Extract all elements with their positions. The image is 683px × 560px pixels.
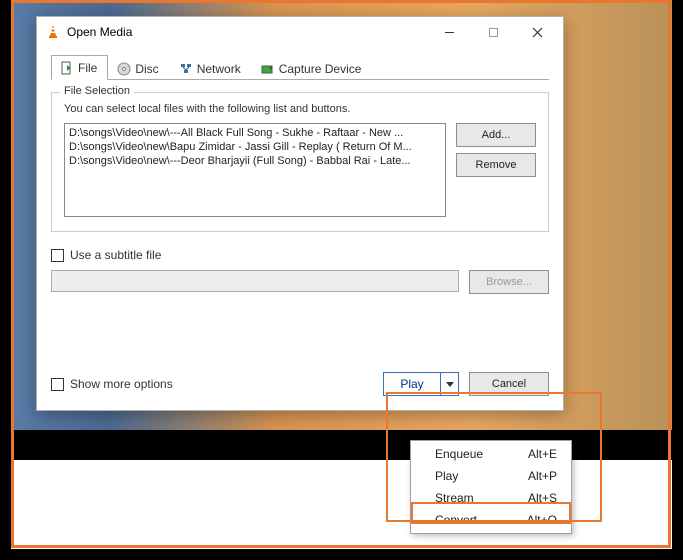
- tab-label: File: [78, 61, 97, 75]
- play-split-button: Play: [383, 372, 459, 396]
- fieldset-legend: File Selection: [60, 85, 134, 97]
- tab-disc[interactable]: Disc: [108, 55, 169, 80]
- minimize-button[interactable]: [427, 18, 471, 46]
- dropdown-label: Stream: [435, 491, 474, 505]
- disc-icon: [117, 62, 131, 76]
- use-subtitle-checkbox[interactable]: [51, 249, 64, 262]
- dropdown-item-play[interactable]: Play Alt+P: [411, 465, 571, 487]
- titlebar: Open Media: [37, 17, 563, 47]
- file-icon: [60, 61, 74, 75]
- open-media-dialog: Open Media File Disc Network Capture Dev: [36, 16, 564, 411]
- dropdown-label: Convert: [435, 513, 477, 527]
- use-subtitle-label: Use a subtitle file: [70, 248, 161, 262]
- tab-label: Capture Device: [279, 62, 362, 76]
- dropdown-item-stream[interactable]: Stream Alt+S: [411, 487, 571, 509]
- remove-button[interactable]: Remove: [456, 153, 536, 177]
- file-list-item[interactable]: D:\songs\Video\new\---Deor Bharjayii (Fu…: [67, 154, 443, 168]
- file-selection-fieldset: File Selection You can select local file…: [51, 92, 549, 232]
- tab-network[interactable]: Network: [170, 55, 252, 80]
- dropdown-label: Play: [435, 469, 458, 483]
- file-list-item[interactable]: D:\songs\Video\new\Bapu Zimidar - Jassi …: [67, 140, 443, 154]
- dropdown-shortcut: Alt+E: [528, 447, 557, 461]
- tab-bar: File Disc Network Capture Device: [51, 55, 549, 80]
- dropdown-item-convert[interactable]: Convert Alt+O: [411, 509, 571, 531]
- capture-device-icon: [261, 62, 275, 76]
- cancel-button[interactable]: Cancel: [469, 372, 549, 396]
- play-dropdown-menu: Enqueue Alt+E Play Alt+P Stream Alt+S Co…: [410, 440, 572, 534]
- file-list[interactable]: D:\songs\Video\new\---All Black Full Son…: [64, 123, 446, 217]
- tab-label: Disc: [135, 62, 158, 76]
- dropdown-shortcut: Alt+S: [528, 491, 557, 505]
- dropdown-shortcut: Alt+P: [528, 469, 557, 483]
- play-dropdown-toggle[interactable]: [440, 373, 458, 395]
- tab-label: Network: [197, 62, 241, 76]
- maximize-button[interactable]: [471, 18, 515, 46]
- show-more-options-label: Show more options: [70, 377, 173, 391]
- file-list-item[interactable]: D:\songs\Video\new\---All Black Full Son…: [67, 126, 443, 140]
- dropdown-item-enqueue[interactable]: Enqueue Alt+E: [411, 443, 571, 465]
- play-button[interactable]: Play: [384, 373, 440, 395]
- add-button[interactable]: Add...: [456, 123, 536, 147]
- network-icon: [179, 62, 193, 76]
- chevron-down-icon: [446, 382, 454, 387]
- close-button[interactable]: [515, 18, 559, 46]
- show-more-options-checkbox[interactable]: [51, 378, 64, 391]
- vlc-cone-icon: [45, 24, 61, 40]
- tab-file[interactable]: File: [51, 55, 108, 80]
- subtitle-path-input: [51, 270, 459, 292]
- dropdown-label: Enqueue: [435, 447, 483, 461]
- browse-subtitle-button: Browse...: [469, 270, 549, 294]
- window-title: Open Media: [67, 25, 427, 39]
- file-selection-hint: You can select local files with the foll…: [64, 103, 536, 115]
- tab-capture-device[interactable]: Capture Device: [252, 55, 373, 80]
- dropdown-shortcut: Alt+O: [527, 513, 557, 527]
